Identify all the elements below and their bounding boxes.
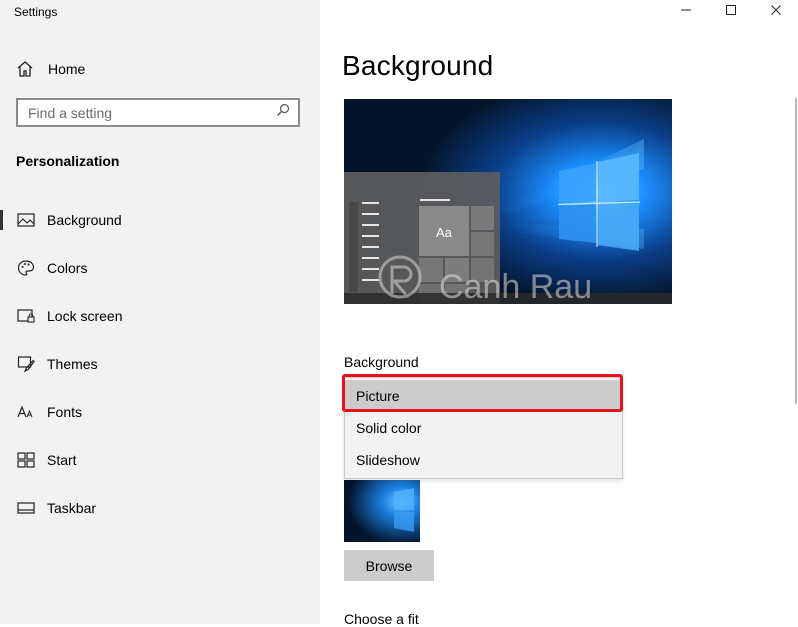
home-icon — [16, 60, 34, 78]
sidebar-item-label: Background — [47, 212, 122, 228]
section-title: Personalization — [16, 153, 120, 169]
sidebar-item-start[interactable]: Start — [0, 440, 320, 480]
option-slideshow[interactable]: Slideshow — [345, 444, 622, 476]
sidebar: Settings Home Personalization Background… — [0, 0, 320, 624]
sidebar-item-background[interactable]: Background — [0, 200, 320, 240]
sidebar-item-fonts[interactable]: Fonts — [0, 392, 320, 432]
sidebar-item-label: Taskbar — [47, 500, 97, 516]
image-icon — [17, 211, 35, 229]
sidebar-item-label: Themes — [47, 356, 98, 372]
option-picture[interactable]: Picture — [345, 380, 622, 412]
tile-label: Aa — [436, 225, 453, 240]
app-title: Settings — [14, 5, 58, 19]
font-icon — [17, 403, 35, 421]
background-dropdown-list[interactable]: Picture Solid color Slideshow — [344, 377, 623, 479]
scrollbar[interactable] — [795, 98, 797, 404]
sidebar-item-colors[interactable]: Colors — [0, 248, 320, 288]
page-title: Background — [342, 50, 494, 81]
active-indicator — [0, 210, 3, 230]
watermark-text: Canh Rau — [439, 268, 592, 304]
sidebar-item-lock-screen[interactable]: Lock screen — [0, 296, 320, 336]
choose-fit-label: Choose a fit — [344, 611, 419, 627]
taskbar-icon — [17, 499, 35, 517]
recent-image-thumbnail[interactable] — [344, 480, 420, 542]
option-solid-color[interactable]: Solid color — [345, 412, 622, 444]
sidebar-item-label: Colors — [47, 260, 88, 276]
sidebar-item-themes[interactable]: Themes — [0, 344, 320, 384]
minimize-icon — [680, 3, 692, 21]
background-preview: Canh Rau Aa — [344, 99, 672, 304]
browse-button[interactable]: Browse — [344, 550, 434, 581]
sidebar-item-taskbar[interactable]: Taskbar — [0, 488, 320, 528]
sidebar-item-label: Fonts — [47, 404, 83, 420]
palette-icon — [17, 259, 35, 277]
brush-icon — [17, 355, 35, 373]
close-icon — [770, 3, 782, 21]
home-link[interactable]: Home — [16, 60, 85, 78]
search-icon[interactable] — [276, 103, 290, 122]
maximize-button[interactable] — [708, 0, 754, 24]
close-button[interactable] — [753, 0, 798, 24]
search-input[interactable] — [28, 104, 268, 121]
maximize-icon — [725, 3, 737, 21]
sidebar-item-label: Start — [47, 452, 77, 468]
background-label: Background — [344, 354, 419, 370]
lock-screen-icon — [17, 307, 35, 325]
home-label: Home — [48, 61, 86, 77]
minimize-button[interactable] — [663, 0, 709, 24]
start-icon — [17, 451, 35, 469]
search-box[interactable] — [16, 98, 300, 127]
sidebar-item-label: Lock screen — [47, 308, 123, 324]
